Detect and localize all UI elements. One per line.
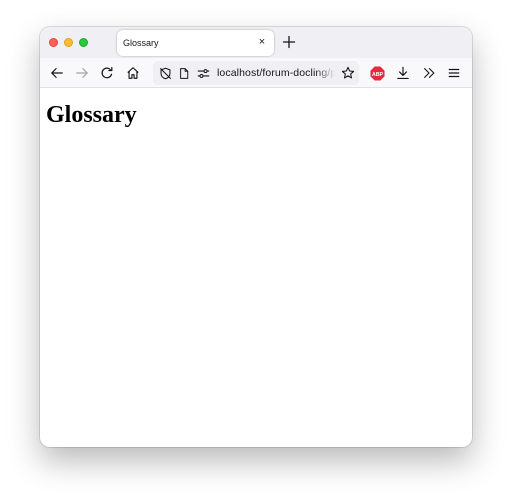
double-chevron-icon [424,68,435,78]
plus-icon [282,35,296,49]
permissions-button[interactable] [195,65,211,81]
minimize-window-button[interactable] [64,38,73,47]
page-info-button[interactable] [176,65,192,81]
hamburger-menu-icon [448,68,460,78]
nav-toolbar: localhost/forum-docling/p ABP [40,58,472,88]
arrow-left-icon [51,68,63,78]
tab-glossary[interactable]: Glossary × [117,30,274,56]
tab-strip: Glossary × [40,27,472,58]
page-content: Glossary [40,88,472,447]
adblock-plus-button[interactable]: ABP [369,65,385,81]
bookmark-button[interactable] [340,65,356,81]
downloads-button[interactable] [395,65,411,81]
url-fade [315,61,339,85]
new-tab-button[interactable] [281,34,297,50]
tracking-protection-button[interactable] [157,65,173,81]
app-menu-button[interactable] [446,65,462,81]
back-button[interactable] [49,65,65,81]
page-title: Glossary [46,102,137,128]
reload-button[interactable] [99,65,115,81]
maximize-window-button[interactable] [79,38,88,47]
close-window-button[interactable] [49,38,58,47]
home-button[interactable] [125,65,141,81]
forward-button[interactable] [74,65,90,81]
tab-title: Glossary [123,38,159,48]
shield-slash-icon [159,67,171,79]
address-bar[interactable]: localhost/forum-docling/p [153,61,359,85]
browser-window: Glossary × localhost/forum-docling/p ABP… [40,27,472,447]
tab-close-icon[interactable]: × [256,35,268,49]
reload-icon [101,66,113,79]
download-icon [397,66,409,79]
adblock-plus-icon: ABP [369,65,385,81]
star-icon [341,66,355,79]
sliders-icon [197,68,209,78]
abp-badge-text: ABP [371,71,383,77]
arrow-right-icon [76,68,88,78]
more-tools-button[interactable] [421,65,437,81]
document-icon [180,67,189,79]
home-icon [127,67,139,79]
